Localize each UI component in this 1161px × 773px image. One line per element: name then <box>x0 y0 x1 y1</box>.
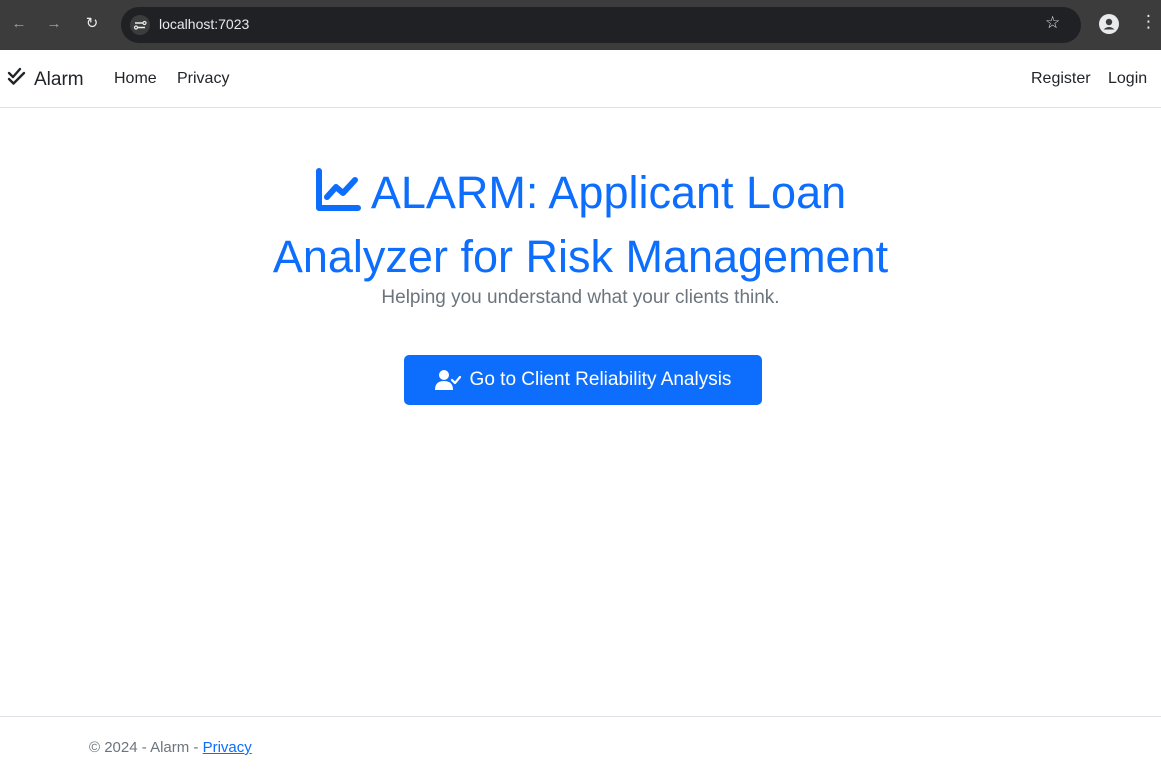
page-subtitle: Helping you understand what your clients… <box>381 287 780 308</box>
menu-kebab-icon[interactable]: ⋮ <box>1140 12 1157 32</box>
footer-text: © 2024 - Alarm - Privacy <box>89 739 252 756</box>
user-check-icon <box>434 369 461 391</box>
brand[interactable]: Alarm <box>7 67 84 93</box>
page-title: ALARM: Applicant Loan Analyzer for Risk … <box>0 163 1161 287</box>
site-navbar: Alarm Home Privacy Register Login <box>0 50 1161 108</box>
nav-login-link[interactable]: Login <box>1108 70 1147 88</box>
double-check-icon <box>7 67 27 93</box>
copyright-text: © 2024 - Alarm - <box>89 739 203 756</box>
button-label: Go to Client Reliability Analysis <box>469 369 732 390</box>
footer: © 2024 - Alarm - Privacy <box>0 716 1161 773</box>
address-bar[interactable]: localhost:7023 <box>121 7 1081 43</box>
star-icon[interactable]: ☆ <box>1045 13 1060 33</box>
nav-register-link[interactable]: Register <box>1031 70 1091 88</box>
nav-privacy-link[interactable]: Privacy <box>177 70 229 88</box>
client-reliability-analysis-button[interactable]: Go to Client Reliability Analysis <box>404 355 762 405</box>
reload-icon[interactable]: ↻ <box>82 14 102 34</box>
brand-label: Alarm <box>34 69 84 90</box>
nav-home-link[interactable]: Home <box>114 70 157 88</box>
back-arrow-icon[interactable]: ← <box>9 14 29 34</box>
footer-privacy-link[interactable]: Privacy <box>203 739 252 756</box>
title-line-2: Analyzer for Risk Management <box>272 231 889 282</box>
forward-arrow-icon[interactable]: → <box>44 14 64 34</box>
title-line-1: ALARM: Applicant Loan <box>370 167 847 218</box>
site-settings-icon[interactable] <box>130 15 150 35</box>
url-text[interactable]: localhost:7023 <box>159 16 249 32</box>
profile-icon[interactable] <box>1099 14 1119 34</box>
browser-toolbar: ← → ↻ localhost:7023 ☆ ⋮ <box>0 0 1161 50</box>
line-chart-icon <box>315 167 361 227</box>
